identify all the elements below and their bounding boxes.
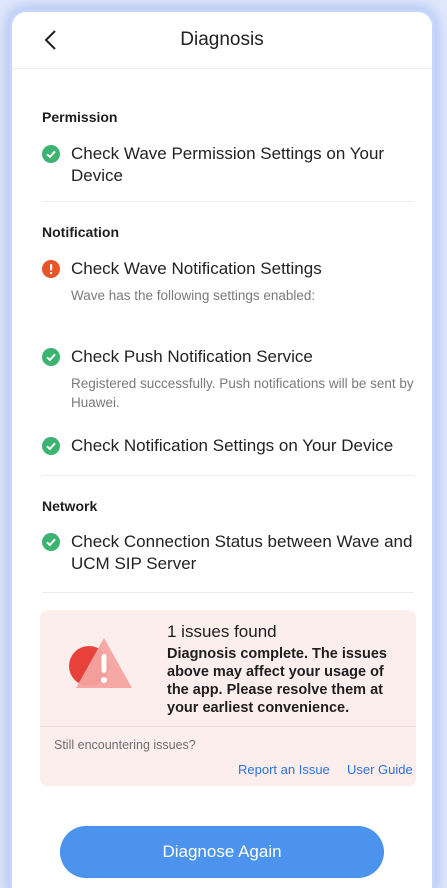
- check-item-description: Registered successfully. Push notificati…: [71, 376, 414, 410]
- still-issues-text: Still encountering issues?: [54, 738, 196, 752]
- report-issue-link[interactable]: Report an Issue: [238, 762, 330, 777]
- section-title-permission: Permission: [42, 109, 118, 125]
- issues-summary-card: 1 issues found Diagnosis complete. The i…: [40, 610, 416, 786]
- check-item-description: Wave has the following settings enabled:: [71, 288, 316, 303]
- section-title-network: Network: [42, 498, 98, 514]
- check-circle-icon: [42, 437, 60, 455]
- check-circle-icon: [42, 533, 60, 551]
- check-item-title: Check Connection Status between Wave and…: [71, 532, 413, 573]
- issues-count: 1 issues found: [167, 622, 277, 641]
- section-title-notification: Notification: [42, 224, 119, 240]
- check-item-title: Check Wave Notification Settings: [71, 259, 322, 278]
- check-item-title: Check Wave Permission Settings on Your D…: [71, 144, 385, 185]
- check-item-title: Check Notification Settings on Your Devi…: [71, 436, 394, 455]
- divider: [42, 592, 414, 593]
- check-circle-icon: [42, 145, 60, 163]
- divider: [42, 475, 414, 476]
- top-bar: Diagnosis: [12, 12, 432, 69]
- check-item-push-service: Check Push Notification Service Register…: [42, 346, 414, 412]
- divider: [42, 201, 414, 202]
- warning-icon: [69, 638, 132, 688]
- check-item-title: Check Push Notification Service: [71, 347, 313, 366]
- check-circle-icon: [42, 348, 60, 366]
- issues-message: Diagnosis complete. The issues above may…: [167, 646, 387, 716]
- check-item-permission: Check Wave Permission Settings on Your D…: [42, 143, 414, 187]
- page-title: Diagnosis: [180, 29, 264, 50]
- diagnose-again-button[interactable]: Diagnose Again: [60, 826, 384, 878]
- divider: [40, 726, 416, 727]
- check-item-wave-notification: Check Wave Notification Settings Wave ha…: [42, 258, 414, 305]
- user-guide-link[interactable]: User Guide: [347, 762, 413, 777]
- app-screen: Diagnosis Permission Check Wave Permissi…: [12, 12, 432, 888]
- error-icon: [42, 260, 60, 278]
- check-item-device-notification: Check Notification Settings on Your Devi…: [42, 435, 414, 457]
- check-item-connection: Check Connection Status between Wave and…: [42, 531, 414, 575]
